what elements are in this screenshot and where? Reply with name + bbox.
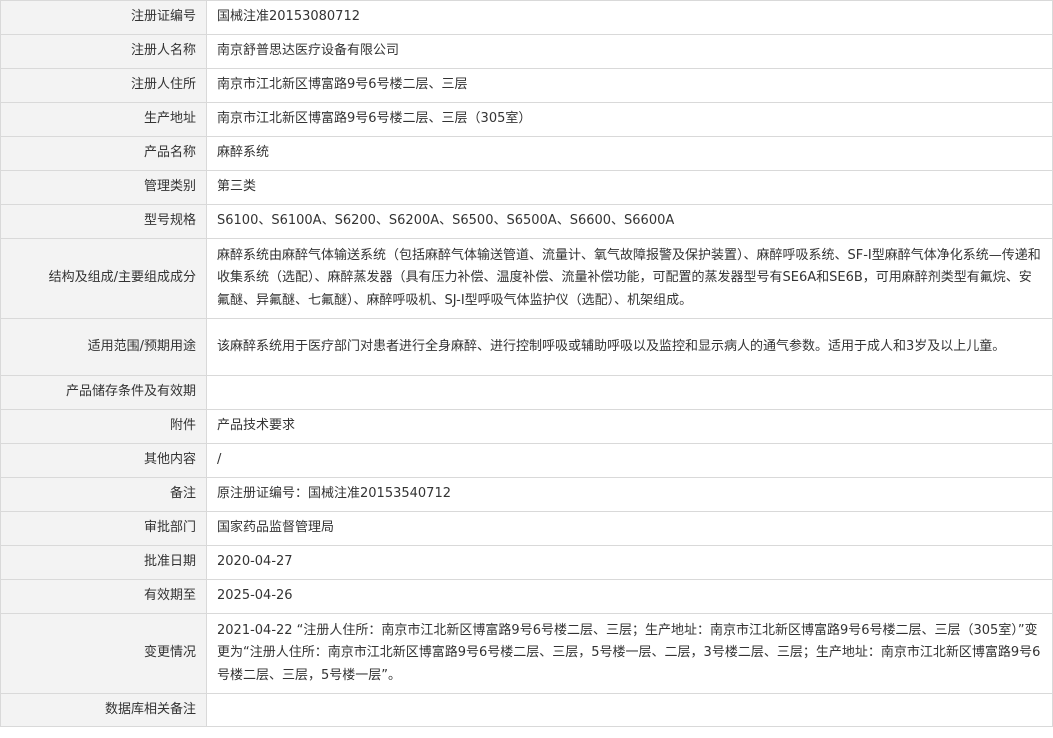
field-label: 型号规格 (0, 204, 207, 239)
field-value: / (206, 443, 1053, 478)
field-label: 审批部门 (0, 511, 207, 546)
row-intended-use: 适用范围/预期用途 该麻醉系统用于医疗部门对患者进行全身麻醉、进行控制呼吸或辅助… (0, 318, 1053, 376)
field-label: 注册证编号 (0, 0, 207, 35)
field-label: 注册人名称 (0, 34, 207, 69)
field-label: 管理类别 (0, 170, 207, 205)
field-label: 生产地址 (0, 102, 207, 137)
field-value: 2021-04-22 “注册人住所：南京市江北新区博富路9号6号楼二层、三层；生… (206, 613, 1053, 694)
row-model-spec: 型号规格 S6100、S6100A、S6200、S6200A、S6500、S65… (0, 204, 1053, 239)
field-label: 数据库相关备注 (0, 693, 207, 727)
registration-detail-table: 注册证编号 国械注准20153080712 注册人名称 南京舒普思达医疗设备有限… (0, 0, 1053, 727)
field-value: 南京舒普思达医疗设备有限公司 (206, 34, 1053, 69)
row-registrant-name: 注册人名称 南京舒普思达医疗设备有限公司 (0, 34, 1053, 69)
row-registrant-address: 注册人住所 南京市江北新区博富路9号6号楼二层、三层 (0, 68, 1053, 103)
row-change-history: 变更情况 2021-04-22 “注册人住所：南京市江北新区博富路9号6号楼二层… (0, 613, 1053, 694)
field-label: 附件 (0, 409, 207, 444)
field-label: 有效期至 (0, 579, 207, 614)
field-value: 2025-04-26 (206, 579, 1053, 614)
row-structure-composition: 结构及组成/主要组成成分 麻醉系统由麻醉气体输送系统（包括麻醉气体输送管道、流量… (0, 238, 1053, 319)
row-valid-until: 有效期至 2025-04-26 (0, 579, 1053, 614)
row-production-address: 生产地址 南京市江北新区博富路9号6号楼二层、三层（305室） (0, 102, 1053, 137)
field-label: 其他内容 (0, 443, 207, 478)
field-value: 第三类 (206, 170, 1053, 205)
field-label: 产品名称 (0, 136, 207, 171)
field-value: 该麻醉系统用于医疗部门对患者进行全身麻醉、进行控制呼吸或辅助呼吸以及监控和显示病… (206, 318, 1053, 376)
field-value (206, 375, 1053, 410)
row-approval-date: 批准日期 2020-04-27 (0, 545, 1053, 580)
field-value: 麻醉系统由麻醉气体输送系统（包括麻醉气体输送管道、流量计、氧气故障报警及保护装置… (206, 238, 1053, 319)
field-label: 备注 (0, 477, 207, 512)
field-value: 麻醉系统 (206, 136, 1053, 171)
field-value: 国家药品监督管理局 (206, 511, 1053, 546)
row-product-name: 产品名称 麻醉系统 (0, 136, 1053, 171)
field-label: 注册人住所 (0, 68, 207, 103)
field-value: 国械注准20153080712 (206, 0, 1053, 35)
field-label: 变更情况 (0, 613, 207, 694)
row-storage-validity: 产品储存条件及有效期 (0, 375, 1053, 410)
row-management-category: 管理类别 第三类 (0, 170, 1053, 205)
field-value: 南京市江北新区博富路9号6号楼二层、三层（305室） (206, 102, 1053, 137)
field-label: 产品储存条件及有效期 (0, 375, 207, 410)
field-value: 产品技术要求 (206, 409, 1053, 444)
field-label: 适用范围/预期用途 (0, 318, 207, 376)
field-value: 原注册证编号：国械注准20153540712 (206, 477, 1053, 512)
row-database-remarks: 数据库相关备注 (0, 693, 1053, 727)
row-registration-number: 注册证编号 国械注准20153080712 (0, 0, 1053, 35)
field-label: 结构及组成/主要组成成分 (0, 238, 207, 319)
row-other-content: 其他内容 / (0, 443, 1053, 478)
field-value: 南京市江北新区博富路9号6号楼二层、三层 (206, 68, 1053, 103)
field-value (206, 693, 1053, 727)
row-attachment: 附件 产品技术要求 (0, 409, 1053, 444)
field-value: S6100、S6100A、S6200、S6200A、S6500、S6500A、S… (206, 204, 1053, 239)
field-label: 批准日期 (0, 545, 207, 580)
row-remarks: 备注 原注册证编号：国械注准20153540712 (0, 477, 1053, 512)
field-value: 2020-04-27 (206, 545, 1053, 580)
row-approval-department: 审批部门 国家药品监督管理局 (0, 511, 1053, 546)
